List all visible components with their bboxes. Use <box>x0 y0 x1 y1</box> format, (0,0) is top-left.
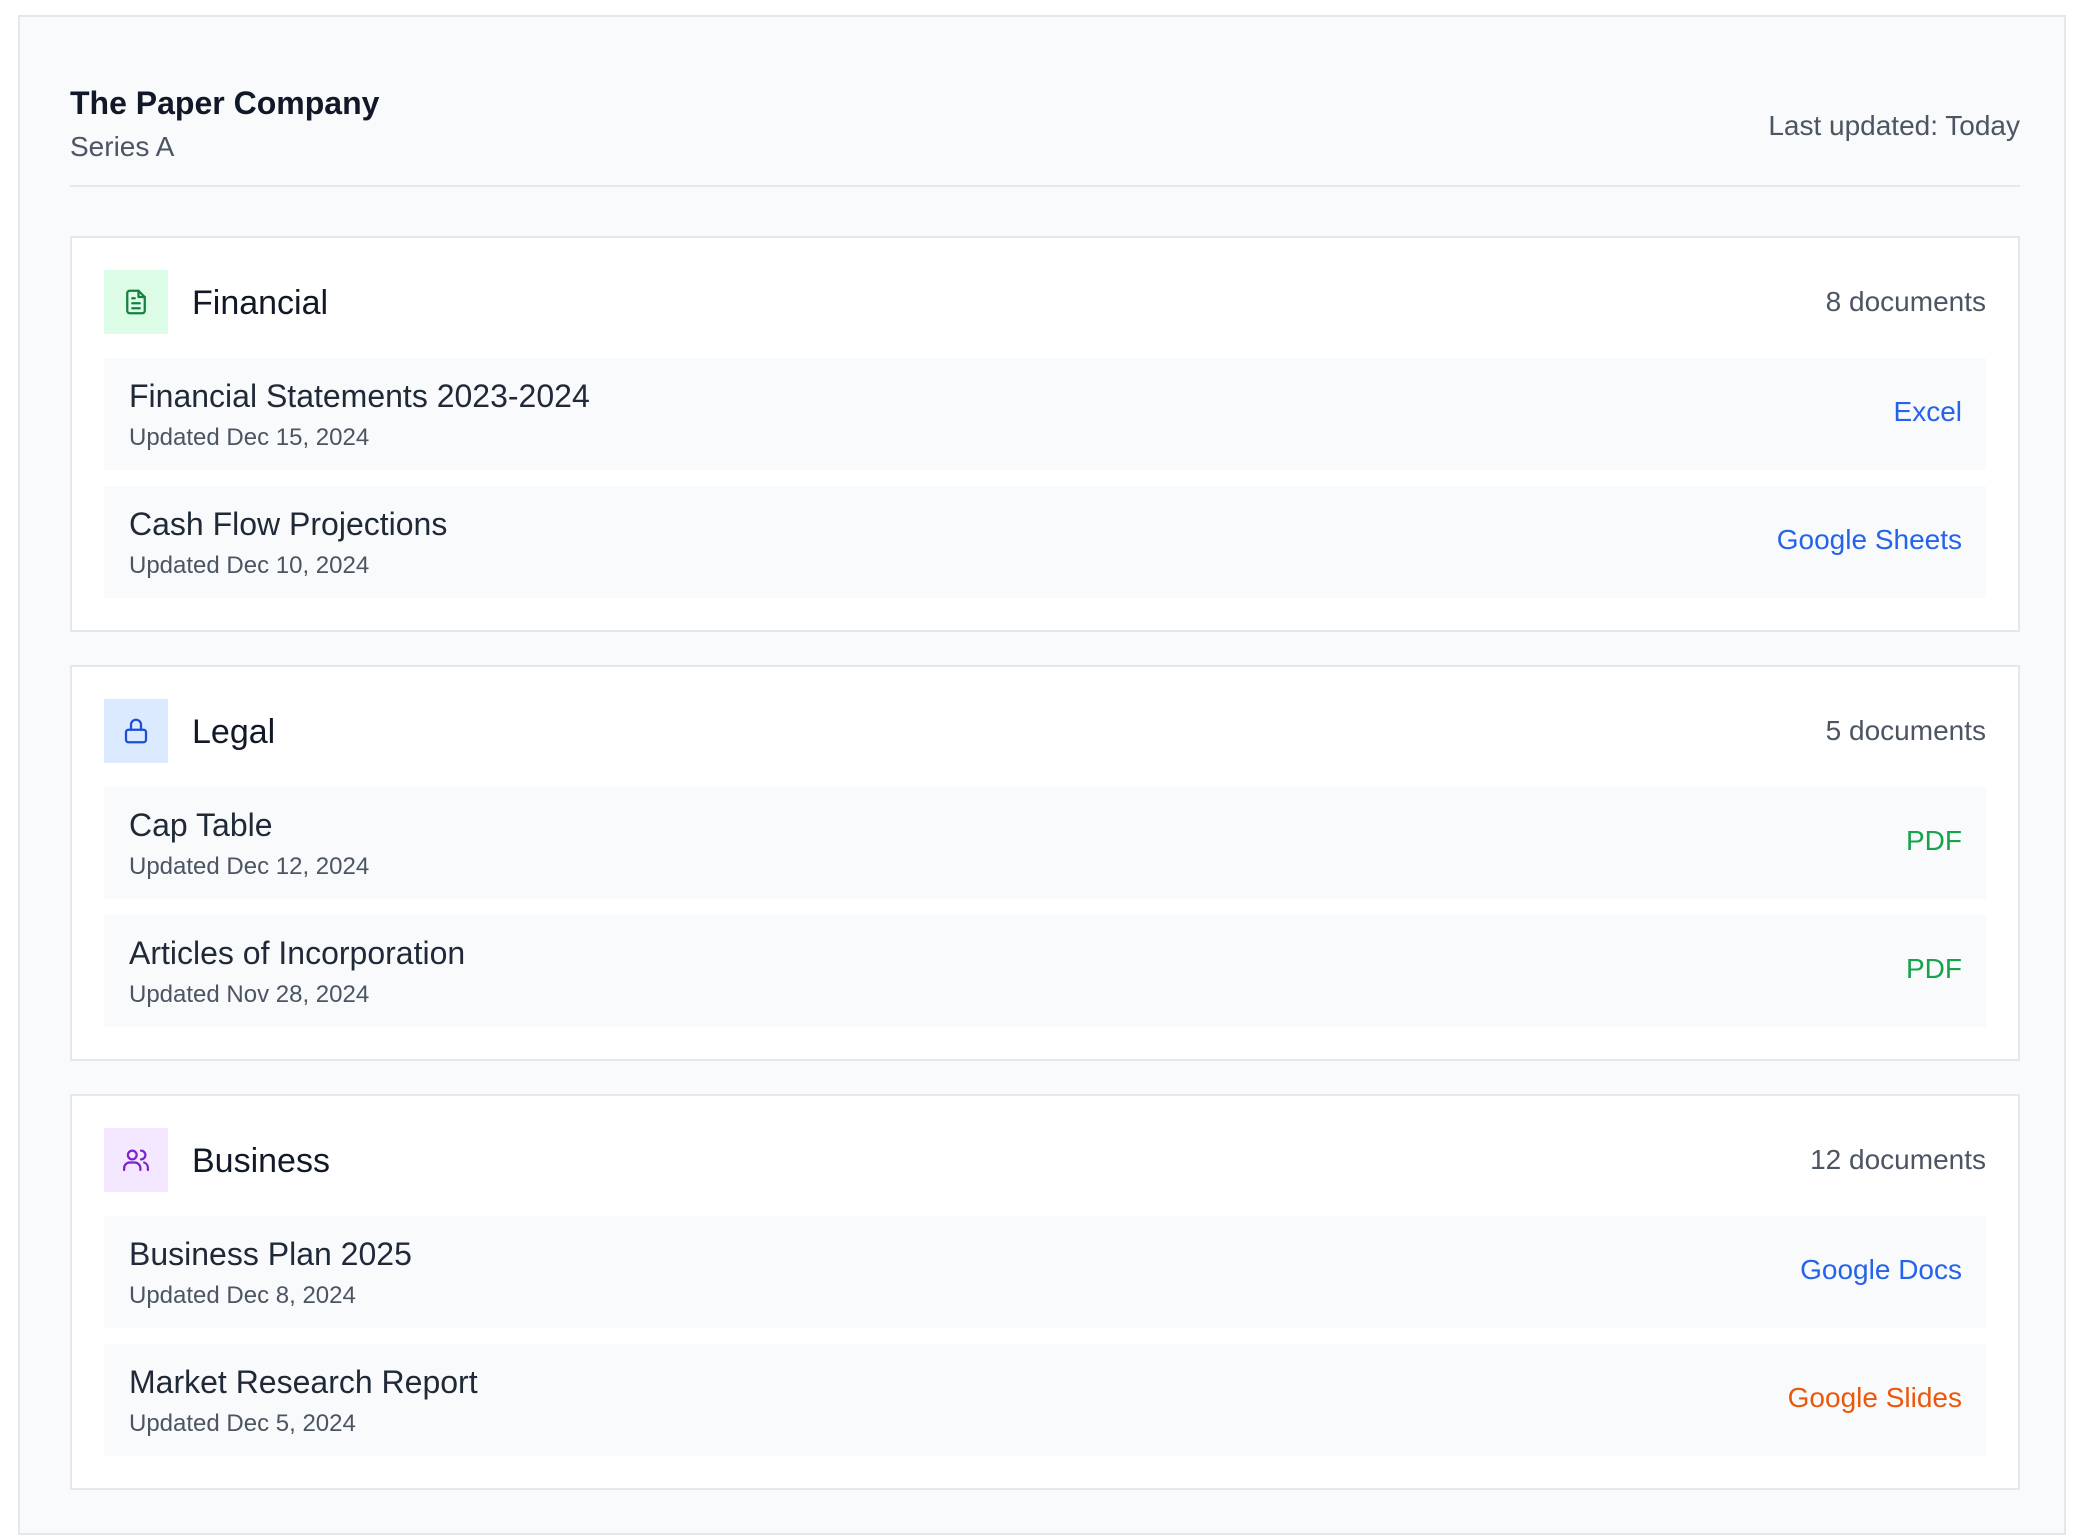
document-row[interactable]: Business Plan 2025 Updated Dec 8, 2024 G… <box>104 1216 1986 1328</box>
document-title: Financial Statements 2023-2024 <box>129 378 590 414</box>
document-type-link[interactable]: PDF <box>1906 825 1962 857</box>
document-updated: Updated Dec 5, 2024 <box>129 1410 356 1437</box>
document-count: 8 documents <box>1825 286 1986 317</box>
document-title: Cap Table <box>129 807 273 843</box>
document-icon <box>104 270 168 334</box>
document-count: 12 documents <box>1810 1144 1986 1175</box>
section-title: Legal <box>192 713 276 751</box>
document-type-link[interactable]: PDF <box>1906 953 1962 985</box>
document-title: Articles of Incorporation <box>129 935 466 971</box>
document-updated: Updated Dec 10, 2024 <box>129 552 370 579</box>
document-row[interactable]: Cash Flow Projections Updated Dec 10, 20… <box>104 486 1986 598</box>
document-row[interactable]: Financial Statements 2023-2024 Updated D… <box>104 358 1986 470</box>
document-row[interactable]: Cap Table Updated Dec 12, 2024 PDF <box>104 787 1986 899</box>
document-type-link[interactable]: Google Sheets <box>1777 524 1962 556</box>
document-type-link[interactable]: Excel <box>1894 396 1962 428</box>
section-financial: Financial 8 documents Financial Statemen… <box>70 236 2020 632</box>
document-count: 5 documents <box>1825 715 1986 746</box>
section-legal: Legal 5 documents Cap Table Updated Dec … <box>70 665 2020 1061</box>
document-type-link[interactable]: Google Docs <box>1800 1254 1962 1286</box>
document-title: Business Plan 2025 <box>129 1236 412 1272</box>
document-row[interactable]: Market Research Report Updated Dec 5, 20… <box>104 1344 1986 1456</box>
document-updated: Updated Nov 28, 2024 <box>129 981 370 1008</box>
section-title: Business <box>192 1142 330 1180</box>
section-title: Financial <box>192 284 329 322</box>
document-type-link[interactable]: Google Slides <box>1788 1382 1962 1414</box>
document-updated: Updated Dec 12, 2024 <box>129 853 370 880</box>
document-title: Cash Flow Projections <box>129 506 448 542</box>
section-business: Business 12 documents Business Plan 2025… <box>70 1094 2020 1490</box>
funding-round: Series A <box>70 131 175 162</box>
page-header: The Paper Company Series A Last updated:… <box>70 67 2020 187</box>
company-name: The Paper Company <box>70 85 380 121</box>
data-room-panel: The Paper Company Series A Last updated:… <box>18 15 2066 1535</box>
document-updated: Updated Dec 8, 2024 <box>129 1282 356 1309</box>
lock-icon <box>104 699 168 763</box>
document-row[interactable]: Articles of Incorporation Updated Nov 28… <box>104 915 1986 1027</box>
document-title: Market Research Report <box>129 1364 478 1400</box>
last-updated: Last updated: Today <box>1768 110 2020 141</box>
document-updated: Updated Dec 15, 2024 <box>129 424 370 451</box>
users-icon <box>104 1128 168 1192</box>
